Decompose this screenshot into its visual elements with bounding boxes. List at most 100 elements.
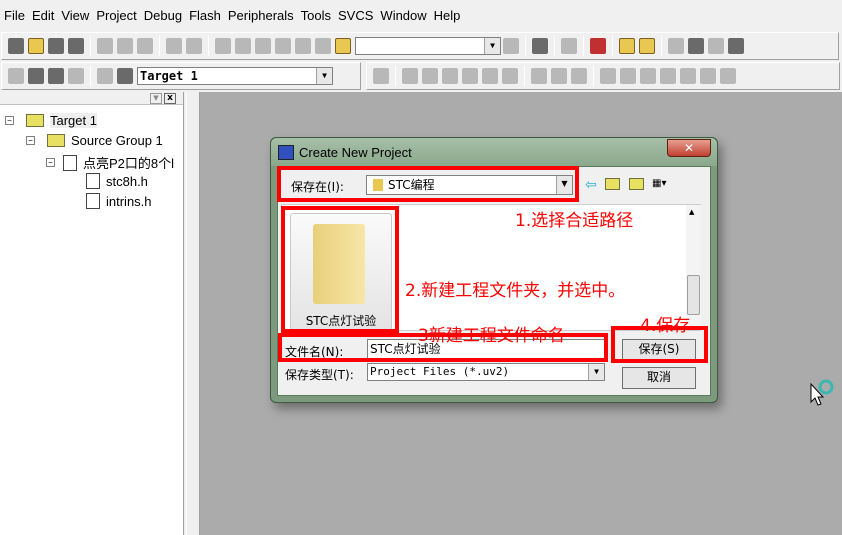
panel-close-icon[interactable]: x xyxy=(164,93,176,104)
target-folder-icon xyxy=(26,114,44,127)
divider xyxy=(524,66,525,86)
stop-build-icon[interactable] xyxy=(68,68,84,84)
collapse-icon[interactable]: − xyxy=(26,136,35,145)
tree-file[interactable]: − 点亮P2口的8个l xyxy=(46,153,174,172)
target-select[interactable]: Target 1 ▼ xyxy=(137,67,333,85)
panel-header: ▼ x xyxy=(0,92,183,105)
paste-icon[interactable] xyxy=(137,38,153,54)
save-all-icon[interactable] xyxy=(68,38,84,54)
busy-cursor-icon xyxy=(810,379,834,406)
download-icon[interactable] xyxy=(97,68,113,84)
disassembly-icon[interactable] xyxy=(600,68,616,84)
collapse-icon[interactable]: − xyxy=(46,158,55,167)
menu-tools[interactable]: Tools xyxy=(301,8,331,23)
tree-label: stc8h.h xyxy=(106,173,148,189)
collapse-icon[interactable]: − xyxy=(5,116,14,125)
project-panel: ▼ x − Target 1 − Source Group 1 − 点亮P2口的8个l… xyxy=(0,92,184,535)
up-folder-icon[interactable] xyxy=(605,178,620,190)
bookmark-icon[interactable] xyxy=(255,38,271,54)
redo-icon[interactable] xyxy=(186,38,202,54)
incremental-find-icon[interactable] xyxy=(532,38,548,54)
close-button[interactable]: ✕ xyxy=(667,139,711,157)
halt-icon[interactable] xyxy=(422,68,438,84)
tree-header-file[interactable]: stc8h.h xyxy=(86,173,148,189)
scroll-up-icon[interactable]: ▲ xyxy=(689,208,694,216)
clear-bookmarks-icon[interactable] xyxy=(315,38,331,54)
view-menu-icon[interactable]: ▦▾ xyxy=(652,178,676,190)
memory-icon[interactable] xyxy=(680,68,696,84)
chevron-down-icon[interactable]: ▼ xyxy=(316,68,332,84)
next-bookmark-icon[interactable] xyxy=(295,38,311,54)
build-icon[interactable] xyxy=(28,68,44,84)
menu-project[interactable]: Project xyxy=(96,8,136,23)
chevron-down-icon[interactable]: ▼ xyxy=(588,364,604,380)
scroll-thumb[interactable] xyxy=(687,275,700,315)
run-to-cursor-icon[interactable] xyxy=(502,68,518,84)
chevron-down-icon[interactable]: ▼ xyxy=(484,38,500,54)
new-folder-icon[interactable] xyxy=(629,178,644,190)
splitter[interactable] xyxy=(186,92,200,535)
uvision-icon xyxy=(278,145,294,160)
project-window-icon[interactable] xyxy=(619,38,635,54)
menu-view[interactable]: View xyxy=(61,8,89,23)
reset-icon[interactable] xyxy=(373,68,389,84)
menu-bar: File Edit View Project Debug Flash Perip… xyxy=(0,0,842,31)
panel-menu-icon[interactable]: ▼ xyxy=(150,93,162,104)
run-icon[interactable] xyxy=(402,68,418,84)
step-out-icon[interactable] xyxy=(482,68,498,84)
step-over-icon[interactable] xyxy=(462,68,478,84)
annotation-text-2: 2.新建工程文件夹，并选中。 xyxy=(405,281,626,301)
cancel-button[interactable]: 取消 xyxy=(622,367,696,389)
indent-icon[interactable] xyxy=(215,38,231,54)
find-in-files-icon[interactable] xyxy=(335,38,351,54)
menu-help[interactable]: Help xyxy=(434,8,461,23)
prev-bookmark-icon[interactable] xyxy=(275,38,291,54)
tree-header-file[interactable]: intrins.h xyxy=(86,193,152,209)
filetype-value: Project Files (*.uv2) xyxy=(370,365,510,378)
find-combo[interactable]: ▼ xyxy=(355,37,501,55)
trace-records-icon[interactable] xyxy=(571,68,587,84)
target-select-value: Target 1 xyxy=(140,69,198,83)
undo-icon[interactable] xyxy=(166,38,182,54)
debug-session-icon[interactable] xyxy=(590,38,606,54)
watch-icon[interactable] xyxy=(620,68,636,84)
rebuild-icon[interactable] xyxy=(48,68,64,84)
tree-target[interactable]: − Target 1 xyxy=(5,113,97,128)
new-file-icon[interactable] xyxy=(8,38,24,54)
stop-hand-icon[interactable] xyxy=(688,38,704,54)
debug-toolbar xyxy=(366,62,840,90)
menu-debug[interactable]: Debug xyxy=(144,8,182,23)
check-icon[interactable] xyxy=(708,38,724,54)
hand-grab-icon[interactable] xyxy=(728,38,744,54)
hand-icon[interactable] xyxy=(668,38,684,54)
logic-analyzer-icon[interactable] xyxy=(700,68,716,84)
configure-icon[interactable] xyxy=(639,38,655,54)
menu-file[interactable]: File xyxy=(4,8,25,23)
cut-icon[interactable] xyxy=(97,38,113,54)
unindent-icon[interactable] xyxy=(235,38,251,54)
menu-flash[interactable]: Flash xyxy=(189,8,221,23)
serial-icon[interactable] xyxy=(660,68,676,84)
copy-icon[interactable] xyxy=(117,38,133,54)
toolbox-icon[interactable] xyxy=(720,68,736,84)
tree-group[interactable]: − Source Group 1 xyxy=(26,133,163,148)
print-icon[interactable] xyxy=(561,38,577,54)
menu-peripherals[interactable]: Peripherals xyxy=(228,8,294,23)
menu-window[interactable]: Window xyxy=(380,8,426,23)
menu-svcs[interactable]: SVCS xyxy=(338,8,373,23)
build-toolbar: Target 1 ▼ xyxy=(1,62,361,90)
find-icon[interactable] xyxy=(503,38,519,54)
target-options-icon[interactable] xyxy=(117,68,133,84)
show-next-statement-icon[interactable] xyxy=(531,68,547,84)
filetype-select[interactable]: Project Files (*.uv2) ▼ xyxy=(367,363,605,381)
tree-label: 点亮P2口的8个l xyxy=(83,156,175,171)
divider xyxy=(661,36,662,56)
code-coverage-icon[interactable] xyxy=(640,68,656,84)
step-into-icon[interactable] xyxy=(442,68,458,84)
open-icon[interactable] xyxy=(28,38,44,54)
translate-icon[interactable] xyxy=(8,68,24,84)
back-icon[interactable]: ⇦ xyxy=(585,177,597,193)
trace-icon[interactable] xyxy=(551,68,567,84)
save-icon[interactable] xyxy=(48,38,64,54)
menu-edit[interactable]: Edit xyxy=(32,8,54,23)
